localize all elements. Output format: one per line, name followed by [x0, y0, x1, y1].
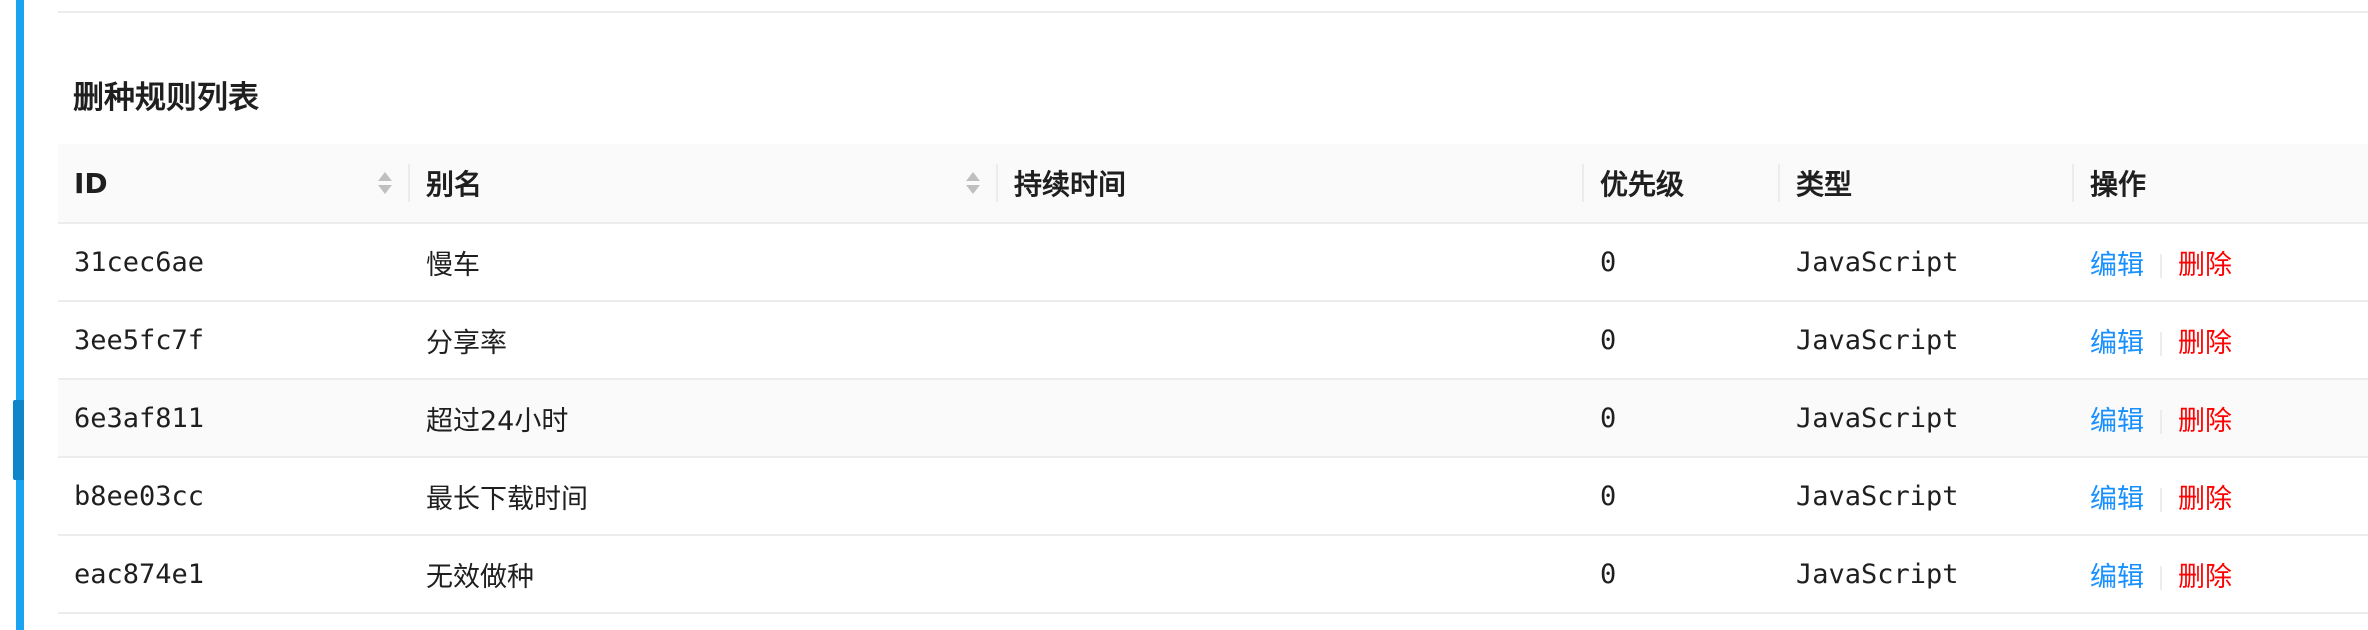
delete-button[interactable]: 删除 — [2178, 484, 2232, 515]
edit-button[interactable]: 编辑 — [2090, 406, 2144, 437]
column-header-priority: 优先级 — [1584, 144, 1780, 224]
cell-priority: 0 — [1584, 301, 1780, 380]
edit-button[interactable]: 编辑 — [2090, 250, 2144, 281]
cell-actions: 编辑 删除 — [2074, 379, 2368, 458]
action-divider — [2160, 566, 2162, 590]
action-divider — [2160, 254, 2162, 278]
column-header-alias[interactable]: 别名 — [410, 144, 998, 224]
delete-button[interactable]: 删除 — [2178, 406, 2232, 437]
delete-button[interactable]: 删除 — [2178, 328, 2232, 359]
cell-type: JavaScript — [1780, 457, 2074, 536]
table-row: 6e3af811 超过24小时 0 JavaScript 编辑 删除 — [58, 379, 2368, 458]
cell-alias: 超过24小时 — [410, 379, 998, 458]
action-divider — [2160, 488, 2162, 512]
cell-actions: 编辑 删除 — [2074, 223, 2368, 302]
edit-button[interactable]: 编辑 — [2090, 328, 2144, 359]
cell-actions: 编辑 删除 — [2074, 535, 2368, 614]
cell-actions: 编辑 删除 — [2074, 457, 2368, 536]
table-row: 3ee5fc7f 分享率 0 JavaScript 编辑 删除 — [58, 301, 2368, 380]
left-accent-bar — [0, 0, 25, 630]
cell-type: JavaScript — [1780, 535, 2074, 614]
page: 删种规则列表 ID 别名 持续时间 优先级 类型 操作 31cec6ae 慢车 … — [0, 0, 2368, 630]
cell-id: 6e3af811 — [58, 379, 410, 458]
column-header-type-label: 类型 — [1796, 168, 1853, 201]
cell-duration — [998, 535, 1584, 614]
column-header-duration: 持续时间 — [998, 144, 1584, 224]
table-row: 31cec6ae 慢车 0 JavaScript 编辑 删除 — [58, 223, 2368, 302]
action-divider — [2160, 332, 2162, 356]
cell-duration — [998, 457, 1584, 536]
column-header-actions: 操作 — [2074, 144, 2368, 224]
column-header-id[interactable]: ID — [58, 144, 410, 224]
table-row: b8ee03cc 最长下载时间 0 JavaScript 编辑 删除 — [58, 457, 2368, 536]
cell-type: JavaScript — [1780, 223, 2074, 302]
delete-button[interactable]: 删除 — [2178, 562, 2232, 593]
column-header-priority-label: 优先级 — [1600, 168, 1685, 201]
table-row: eac874e1 无效做种 0 JavaScript 编辑 删除 — [58, 535, 2368, 614]
cell-alias: 慢车 — [410, 223, 998, 302]
cell-duration — [998, 379, 1584, 458]
delete-button[interactable]: 删除 — [2178, 250, 2232, 281]
section-divider — [58, 11, 2368, 13]
column-header-alias-label: 别名 — [426, 168, 483, 201]
column-header-id-label: ID — [74, 166, 108, 200]
sidebar-resize-handle[interactable] — [13, 400, 24, 480]
cell-actions: 编辑 删除 — [2074, 301, 2368, 380]
cell-id: eac874e1 — [58, 535, 410, 614]
cell-type: JavaScript — [1780, 301, 2074, 380]
cell-priority: 0 — [1584, 379, 1780, 458]
cell-priority: 0 — [1584, 457, 1780, 536]
cell-id: 3ee5fc7f — [58, 301, 410, 380]
sort-caret-icon[interactable] — [966, 172, 980, 196]
cell-priority: 0 — [1584, 535, 1780, 614]
cell-id: 31cec6ae — [58, 223, 410, 302]
cell-type: JavaScript — [1780, 379, 2074, 458]
cell-id: b8ee03cc — [58, 457, 410, 536]
section-title: 删种规则列表 — [73, 80, 259, 116]
rules-table: ID 别名 持续时间 优先级 类型 操作 31cec6ae 慢车 0 JavaS… — [58, 144, 2368, 614]
cell-duration — [998, 301, 1584, 380]
edit-button[interactable]: 编辑 — [2090, 562, 2144, 593]
cell-priority: 0 — [1584, 223, 1780, 302]
table-header-row: ID 别名 持续时间 优先级 类型 操作 — [58, 144, 2368, 224]
cell-alias: 分享率 — [410, 301, 998, 380]
sort-caret-icon[interactable] — [378, 172, 392, 196]
column-header-actions-label: 操作 — [2090, 168, 2147, 201]
sidebar-edge — [16, 0, 24, 630]
cell-alias: 无效做种 — [410, 535, 998, 614]
action-divider — [2160, 410, 2162, 434]
column-header-type: 类型 — [1780, 144, 2074, 224]
edit-button[interactable]: 编辑 — [2090, 484, 2144, 515]
cell-alias: 最长下载时间 — [410, 457, 998, 536]
cell-duration — [998, 223, 1584, 302]
column-header-duration-label: 持续时间 — [1014, 168, 1127, 201]
